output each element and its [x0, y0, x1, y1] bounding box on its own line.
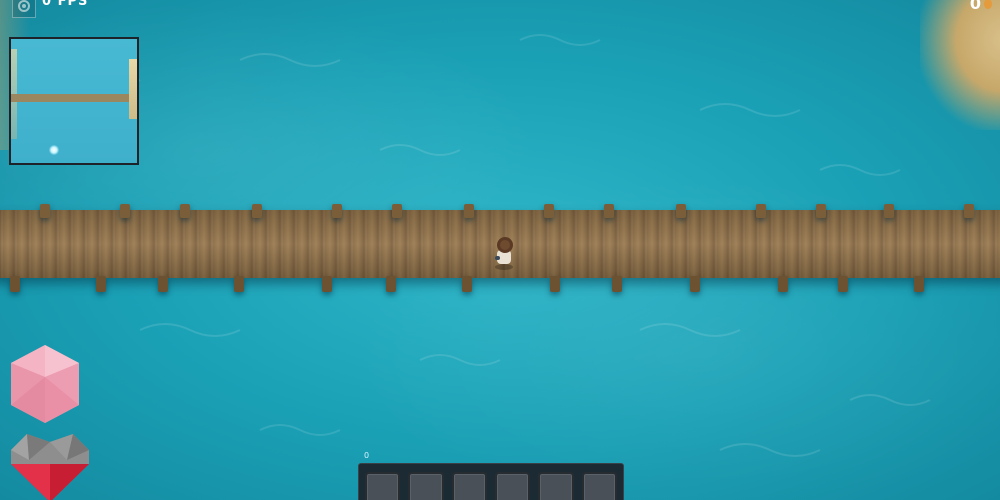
currency-value: 0	[969, 0, 981, 13]
hotbar-slot-2[interactable]	[408, 472, 444, 500]
hotbar-label: 0	[364, 451, 370, 460]
bridge-post	[386, 276, 396, 292]
bridge-post	[96, 276, 106, 292]
bridge-post	[816, 204, 826, 218]
bridge-post	[332, 204, 342, 218]
game-world: 0 FPS 0 0	[0, 0, 1000, 500]
bridge-post	[884, 204, 894, 218]
gear-icon	[18, 0, 30, 12]
hotbar-slot-1[interactable]	[365, 472, 401, 500]
sandy-shore	[920, 0, 1000, 130]
bridge-post	[462, 276, 472, 292]
minimap-shore	[129, 59, 137, 119]
fps-counter: 0 FPS	[42, 0, 89, 9]
bridge-post	[234, 276, 244, 292]
hotbar-slot-4[interactable]	[494, 472, 531, 500]
hotbar-slot-6[interactable]	[581, 472, 617, 500]
bridge-post	[158, 276, 168, 292]
minimap-player-marker	[49, 145, 59, 155]
bridge-post	[322, 276, 332, 292]
bridge-post	[10, 276, 20, 292]
bridge-post	[120, 204, 130, 218]
settings-toggle[interactable]	[12, 0, 36, 18]
heart-icon	[11, 434, 89, 500]
bridge-post	[180, 204, 190, 218]
minimap-bridge	[11, 94, 137, 102]
bridge-post	[550, 276, 560, 292]
bridge-post	[914, 276, 924, 292]
gem-icon	[11, 345, 79, 423]
bridge-post	[392, 204, 402, 218]
bridge-post	[964, 204, 974, 218]
bridge-post	[756, 204, 766, 218]
hotbar	[358, 463, 624, 500]
bridge-post	[690, 276, 700, 292]
bridge-post	[464, 204, 474, 218]
bridge-post	[544, 204, 554, 218]
bridge-post	[252, 204, 262, 218]
player-character	[495, 237, 513, 270]
bridge-post	[40, 204, 50, 218]
coin-icon	[984, 0, 992, 9]
currency-display: 0	[970, 0, 992, 13]
minimap[interactable]	[9, 37, 139, 165]
bridge-post	[778, 276, 788, 292]
bridge-post	[676, 204, 686, 218]
hotbar-slot-3[interactable]	[451, 472, 487, 500]
hotbar-slot-5[interactable]	[538, 472, 574, 500]
bridge-post	[604, 204, 614, 218]
bridge-post	[612, 276, 622, 292]
bridge-post	[838, 276, 848, 292]
